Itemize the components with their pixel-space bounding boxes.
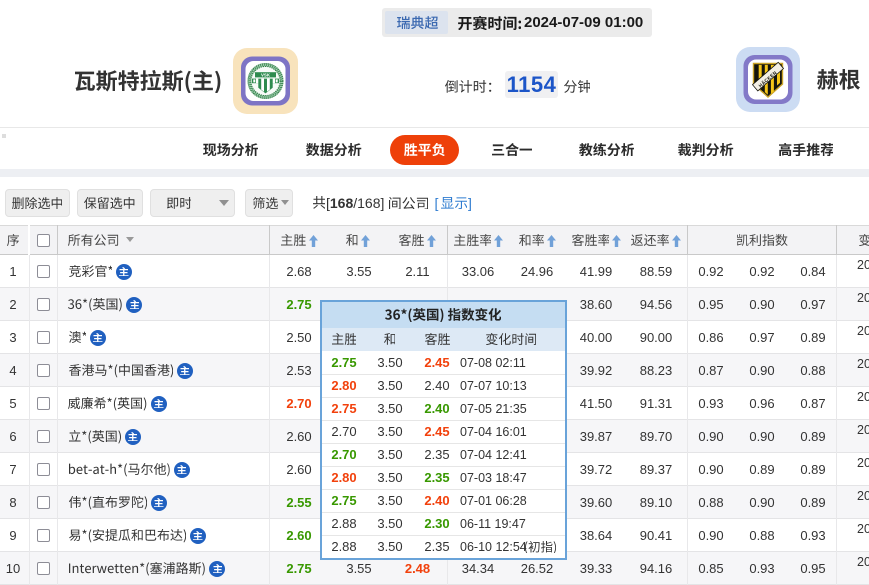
svg-text:VSK: VSK	[261, 73, 271, 78]
